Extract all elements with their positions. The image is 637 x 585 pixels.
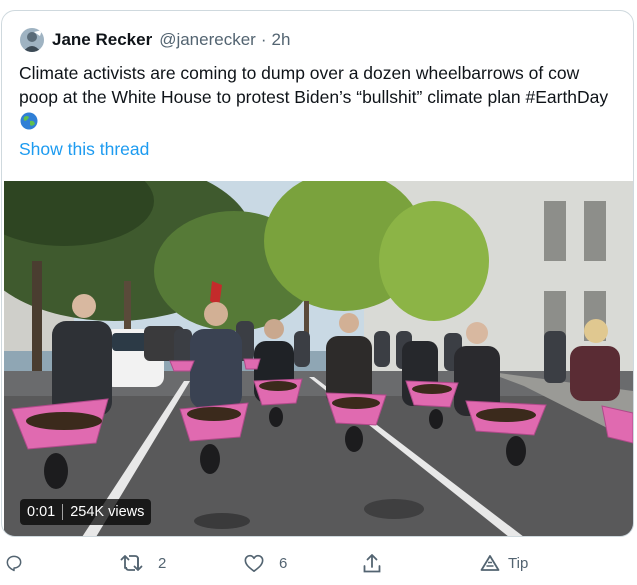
tweet-timestamp[interactable]: 2h [272, 30, 291, 50]
like-count: 6 [279, 554, 288, 572]
video-timestamp: 0:01 [27, 504, 56, 520]
retweet-button[interactable]: 2 [120, 546, 166, 580]
badge-divider [62, 504, 64, 520]
video-player[interactable]: 0:01 254K views [4, 181, 633, 536]
author-name[interactable]: Jane Recker [52, 30, 152, 50]
author-handle[interactable]: @janerecker [159, 30, 256, 50]
like-button[interactable]: 6 [243, 546, 287, 580]
tip-icon [480, 554, 500, 572]
globe-emoji-icon [20, 112, 38, 130]
like-icon [243, 553, 265, 573]
tip-button[interactable]: Tip [480, 546, 528, 580]
tweet-text: Climate activists are coming to dump ove… [19, 61, 619, 133]
tweet-card[interactable]: Jane Recker @janerecker · 2h Climate act… [1, 10, 634, 537]
header-separator: · [260, 30, 267, 49]
show-thread-link[interactable]: Show this thread [19, 139, 149, 160]
video-views: 254K views [70, 504, 145, 520]
tweet-header: Jane Recker @janerecker · 2h [20, 27, 290, 53]
tweet-actions: 2 6 Tip [0, 546, 637, 580]
video-info-badge: 0:01 254K views [20, 499, 152, 525]
retweet-count: 2 [158, 554, 167, 572]
video-frame [4, 181, 633, 536]
hashtag-link[interactable]: #EarthDay [525, 87, 608, 107]
tip-label: Tip [508, 554, 529, 572]
retweet-icon [120, 553, 144, 573]
reply-icon [4, 553, 24, 573]
reply-button[interactable] [4, 546, 38, 580]
share-button[interactable] [362, 546, 382, 580]
avatar[interactable] [20, 28, 44, 52]
tweet-body: Climate activists are coming to dump ove… [19, 63, 580, 107]
share-icon [362, 552, 382, 574]
